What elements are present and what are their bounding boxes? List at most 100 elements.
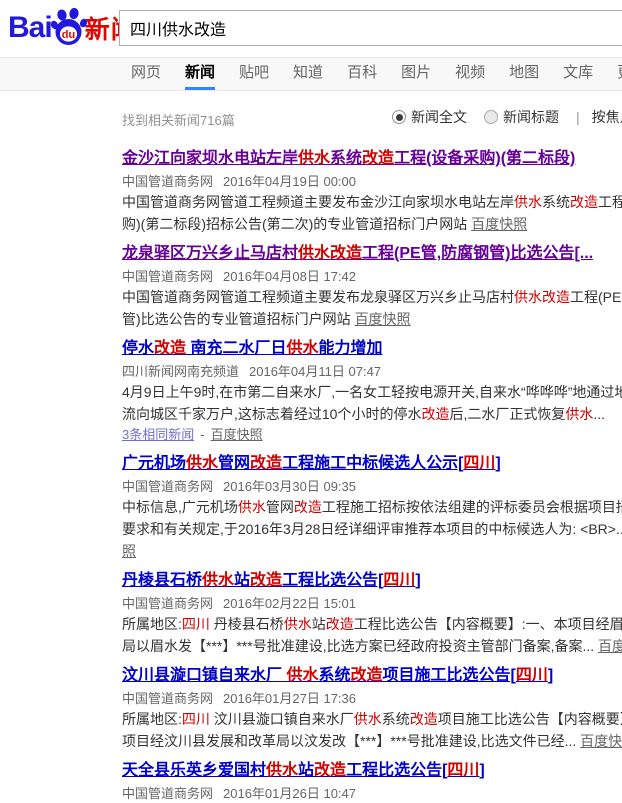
sort-by-focus-link[interactable]: 按焦点排序 bbox=[592, 107, 622, 127]
result-title-link[interactable]: 广元机场供水管网改造工程施工中标候选人公示[四川] bbox=[122, 453, 501, 475]
nav-tab-知道[interactable]: 知道 bbox=[293, 58, 323, 90]
highlighted-keyword: 供水 bbox=[284, 616, 312, 632]
result-date: 2016年03月30日 09:35 bbox=[223, 479, 356, 494]
text-segment: 项目施工比选公告[ bbox=[383, 667, 516, 684]
same-news-link[interactable]: 3条相同新闻 bbox=[122, 427, 194, 442]
result-item: 丹棱县石桥供水站改造工程比选公告[四川] 中国管道商务网 2016年02月22日 1… bbox=[122, 570, 622, 657]
result-source: 中国管道商务网 bbox=[122, 691, 213, 706]
nav-tab-视频[interactable]: 视频 bbox=[455, 58, 485, 90]
result-item: 汶川县漩口镇自来水厂 供水系统改造项目施工比选公告[四川] 中国管道商务网 2016… bbox=[122, 665, 622, 752]
text-segment: 所属地区: bbox=[122, 616, 182, 632]
text-segment: 系统 bbox=[382, 711, 410, 727]
result-title-link[interactable]: 龙泉驿区万兴乡止马店村供水改造工程(PE管,防腐钢管)比选公告[... bbox=[122, 243, 593, 265]
radio-title-only[interactable] bbox=[484, 110, 498, 124]
text-segment: 汶川县漩口镇自来水厂 bbox=[210, 711, 354, 727]
text-segment: ] bbox=[548, 667, 553, 684]
highlighted-keyword: 改造 bbox=[421, 406, 449, 422]
options-separator: | bbox=[576, 109, 580, 125]
result-extra-links: 3条相同新闻-百度快照 bbox=[122, 425, 622, 445]
text-segment: 工程比选公告[ bbox=[346, 762, 447, 779]
nav-tab-地图[interactable]: 地图 bbox=[509, 58, 539, 90]
text-segment: 工程(PE管,防腐钢管)比选公告[... bbox=[362, 245, 593, 262]
result-source-line: 中国管道商务网 2016年01月26日 10:47 bbox=[122, 784, 622, 803]
search-input[interactable] bbox=[119, 10, 622, 46]
logo-text-bai: Bai bbox=[8, 8, 52, 48]
result-item: 广元机场供水管网改造工程施工中标候选人公示[四川] 中国管道商务网2016年03月… bbox=[122, 453, 622, 562]
highlighted-keyword: 供水 bbox=[202, 572, 234, 589]
result-source-line: 四川新闻网南充频道2016年04月11日 07:47 bbox=[122, 362, 622, 381]
result-title-link[interactable]: 汶川县漩口镇自来水厂 供水系统改造项目施工比选公告[四川] bbox=[122, 665, 553, 687]
nav-tab-百科[interactable]: 百科 bbox=[347, 58, 377, 90]
baidu-snapshot-link[interactable]: 百度快照 bbox=[580, 733, 622, 749]
result-title-link[interactable]: 丹棱县石桥供水站改造工程比选公告[四川] bbox=[122, 570, 421, 592]
radio-fulltext-label[interactable]: 新闻全文 bbox=[411, 107, 467, 127]
result-source: 中国管道商务网 bbox=[122, 269, 213, 284]
baidu-snapshot-link[interactable]: 百度快照 bbox=[598, 638, 622, 654]
nav-tab-图片[interactable]: 图片 bbox=[401, 58, 431, 90]
result-source-line: 中国管道商务网 2016年01月27日 17:36 bbox=[122, 689, 622, 708]
nav-tab-更多[interactable]: 更多 bbox=[617, 58, 622, 90]
result-snippet: 4月9日上午9时,在市第二自来水厂,一名女工轻按电源开关,自来水“哗哗哗”地通过… bbox=[122, 381, 622, 425]
nav-tabs-bar: 网页新闻贴吧知道百科图片视频地图文库更多 bbox=[0, 57, 622, 91]
highlighted-keyword: 改造 bbox=[350, 667, 382, 684]
result-date: 2016年02月22日 15:01 bbox=[223, 596, 356, 611]
result-snippet: 所属地区:四川 汶川县漩口镇自来水厂供水系统改造项目施工比选公告【内容概要】:一… bbox=[122, 708, 622, 752]
text-segment: 龙泉驿区万兴乡止马店村 bbox=[122, 245, 298, 262]
text-segment: 中国管道商务网管道工程频道主要发布龙泉驿区万兴乡止马店村 bbox=[122, 289, 514, 305]
highlighted-keyword: 供水 bbox=[565, 406, 593, 422]
text-segment: 站 bbox=[298, 762, 314, 779]
text-segment: ] bbox=[415, 572, 420, 589]
results-count: 找到相关新闻716篇 bbox=[122, 110, 235, 129]
nav-tabs: 网页新闻贴吧知道百科图片视频地图文库更多 bbox=[0, 58, 622, 90]
result-source: 中国管道商务网 bbox=[122, 786, 213, 801]
text-segment: 天全县乐英乡爱国村 bbox=[122, 762, 266, 779]
highlighted-keyword: 改造 bbox=[294, 499, 322, 515]
radio-fulltext[interactable] bbox=[392, 110, 406, 124]
highlighted-keyword: 四川 bbox=[463, 455, 495, 472]
highlighted-keyword: 四川 bbox=[182, 616, 210, 632]
highlighted-keyword: 供水 bbox=[186, 455, 218, 472]
nav-tab-文库[interactable]: 文库 bbox=[563, 58, 593, 90]
svg-text:du: du bbox=[61, 29, 74, 41]
highlighted-keyword: 供水 bbox=[286, 340, 318, 357]
result-source-line: 中国管道商务网 2016年02月22日 15:01 bbox=[122, 594, 622, 613]
baidu-snapshot-link[interactable]: 百度快照 bbox=[211, 427, 263, 442]
highlighted-keyword: 改造 bbox=[250, 572, 282, 589]
text-segment: 金沙江向家坝水电站左岸 bbox=[122, 150, 298, 167]
result-title-link[interactable]: 停水改造 南充二水厂日供水能力增加 bbox=[122, 338, 383, 360]
text-segment: 管网 bbox=[218, 455, 250, 472]
baidu-snapshot-link[interactable]: 百度快照 bbox=[355, 311, 411, 327]
result-item: 金沙江向家坝水电站左岸供水系统改造工程(设备采购)(第二标段)中国管道商务网20… bbox=[122, 148, 622, 235]
text-segment: 中国管道商务网管道工程频道主要发布金沙江向家坝水电站左岸 bbox=[122, 194, 514, 210]
result-date: 2016年01月26日 10:47 bbox=[223, 786, 356, 801]
result-title-link[interactable]: 天全县乐英乡爱国村供水站改造工程比选公告[四川] bbox=[122, 760, 485, 782]
text-segment: 所属地区: bbox=[122, 711, 182, 727]
text-segment: 南充二水厂日 bbox=[186, 340, 286, 357]
text-segment: 系统 bbox=[318, 667, 350, 684]
result-item: 停水改造 南充二水厂日供水能力增加四川新闻网南充频道2016年04月11日 07… bbox=[122, 338, 622, 445]
result-source-line: 中国管道商务网2016年03月30日 09:35 bbox=[122, 477, 622, 496]
result-snippet: 中国管道商务网管道工程频道主要发布金沙江向家坝水电站左岸供水系统改造工程(设备采… bbox=[122, 191, 622, 235]
highlighted-keyword: 供水改造 bbox=[298, 245, 362, 262]
nav-tab-网页[interactable]: 网页 bbox=[131, 58, 161, 90]
highlighted-keyword: 供水 bbox=[298, 150, 330, 167]
result-date: 2016年01月27日 17:36 bbox=[223, 691, 356, 706]
text-segment: 能力增加 bbox=[319, 340, 383, 357]
search-scope-options: 新闻全文 新闻标题 | 按焦点排序 bbox=[392, 107, 622, 127]
nav-tab-贴吧[interactable]: 贴吧 bbox=[239, 58, 269, 90]
result-item: 龙泉驿区万兴乡止马店村供水改造工程(PE管,防腐钢管)比选公告[...中国管道商… bbox=[122, 243, 622, 330]
nav-tab-新闻[interactable]: 新闻 bbox=[185, 58, 215, 90]
highlighted-keyword: 改造 bbox=[410, 711, 438, 727]
text-segment: 管网 bbox=[266, 499, 294, 515]
highlighted-keyword: 改造 bbox=[570, 194, 598, 210]
highlighted-keyword: 供水改造 bbox=[514, 289, 570, 305]
radio-title-only-label[interactable]: 新闻标题 bbox=[503, 107, 559, 127]
baidu-snapshot-link[interactable]: 百度快照 bbox=[471, 216, 527, 232]
result-title-link[interactable]: 金沙江向家坝水电站左岸供水系统改造工程(设备采购)(第二标段) bbox=[122, 148, 575, 170]
result-source: 中国管道商务网 bbox=[122, 596, 213, 611]
text-segment: ] bbox=[495, 455, 500, 472]
result-source-line: 中国管道商务网2016年04月08日 17:42 bbox=[122, 267, 622, 286]
text-segment: 丹棱县石桥 bbox=[210, 616, 284, 632]
baidu-news-logo[interactable]: Bai du 新闻 bbox=[8, 8, 137, 48]
text-segment: 系统 bbox=[542, 194, 570, 210]
